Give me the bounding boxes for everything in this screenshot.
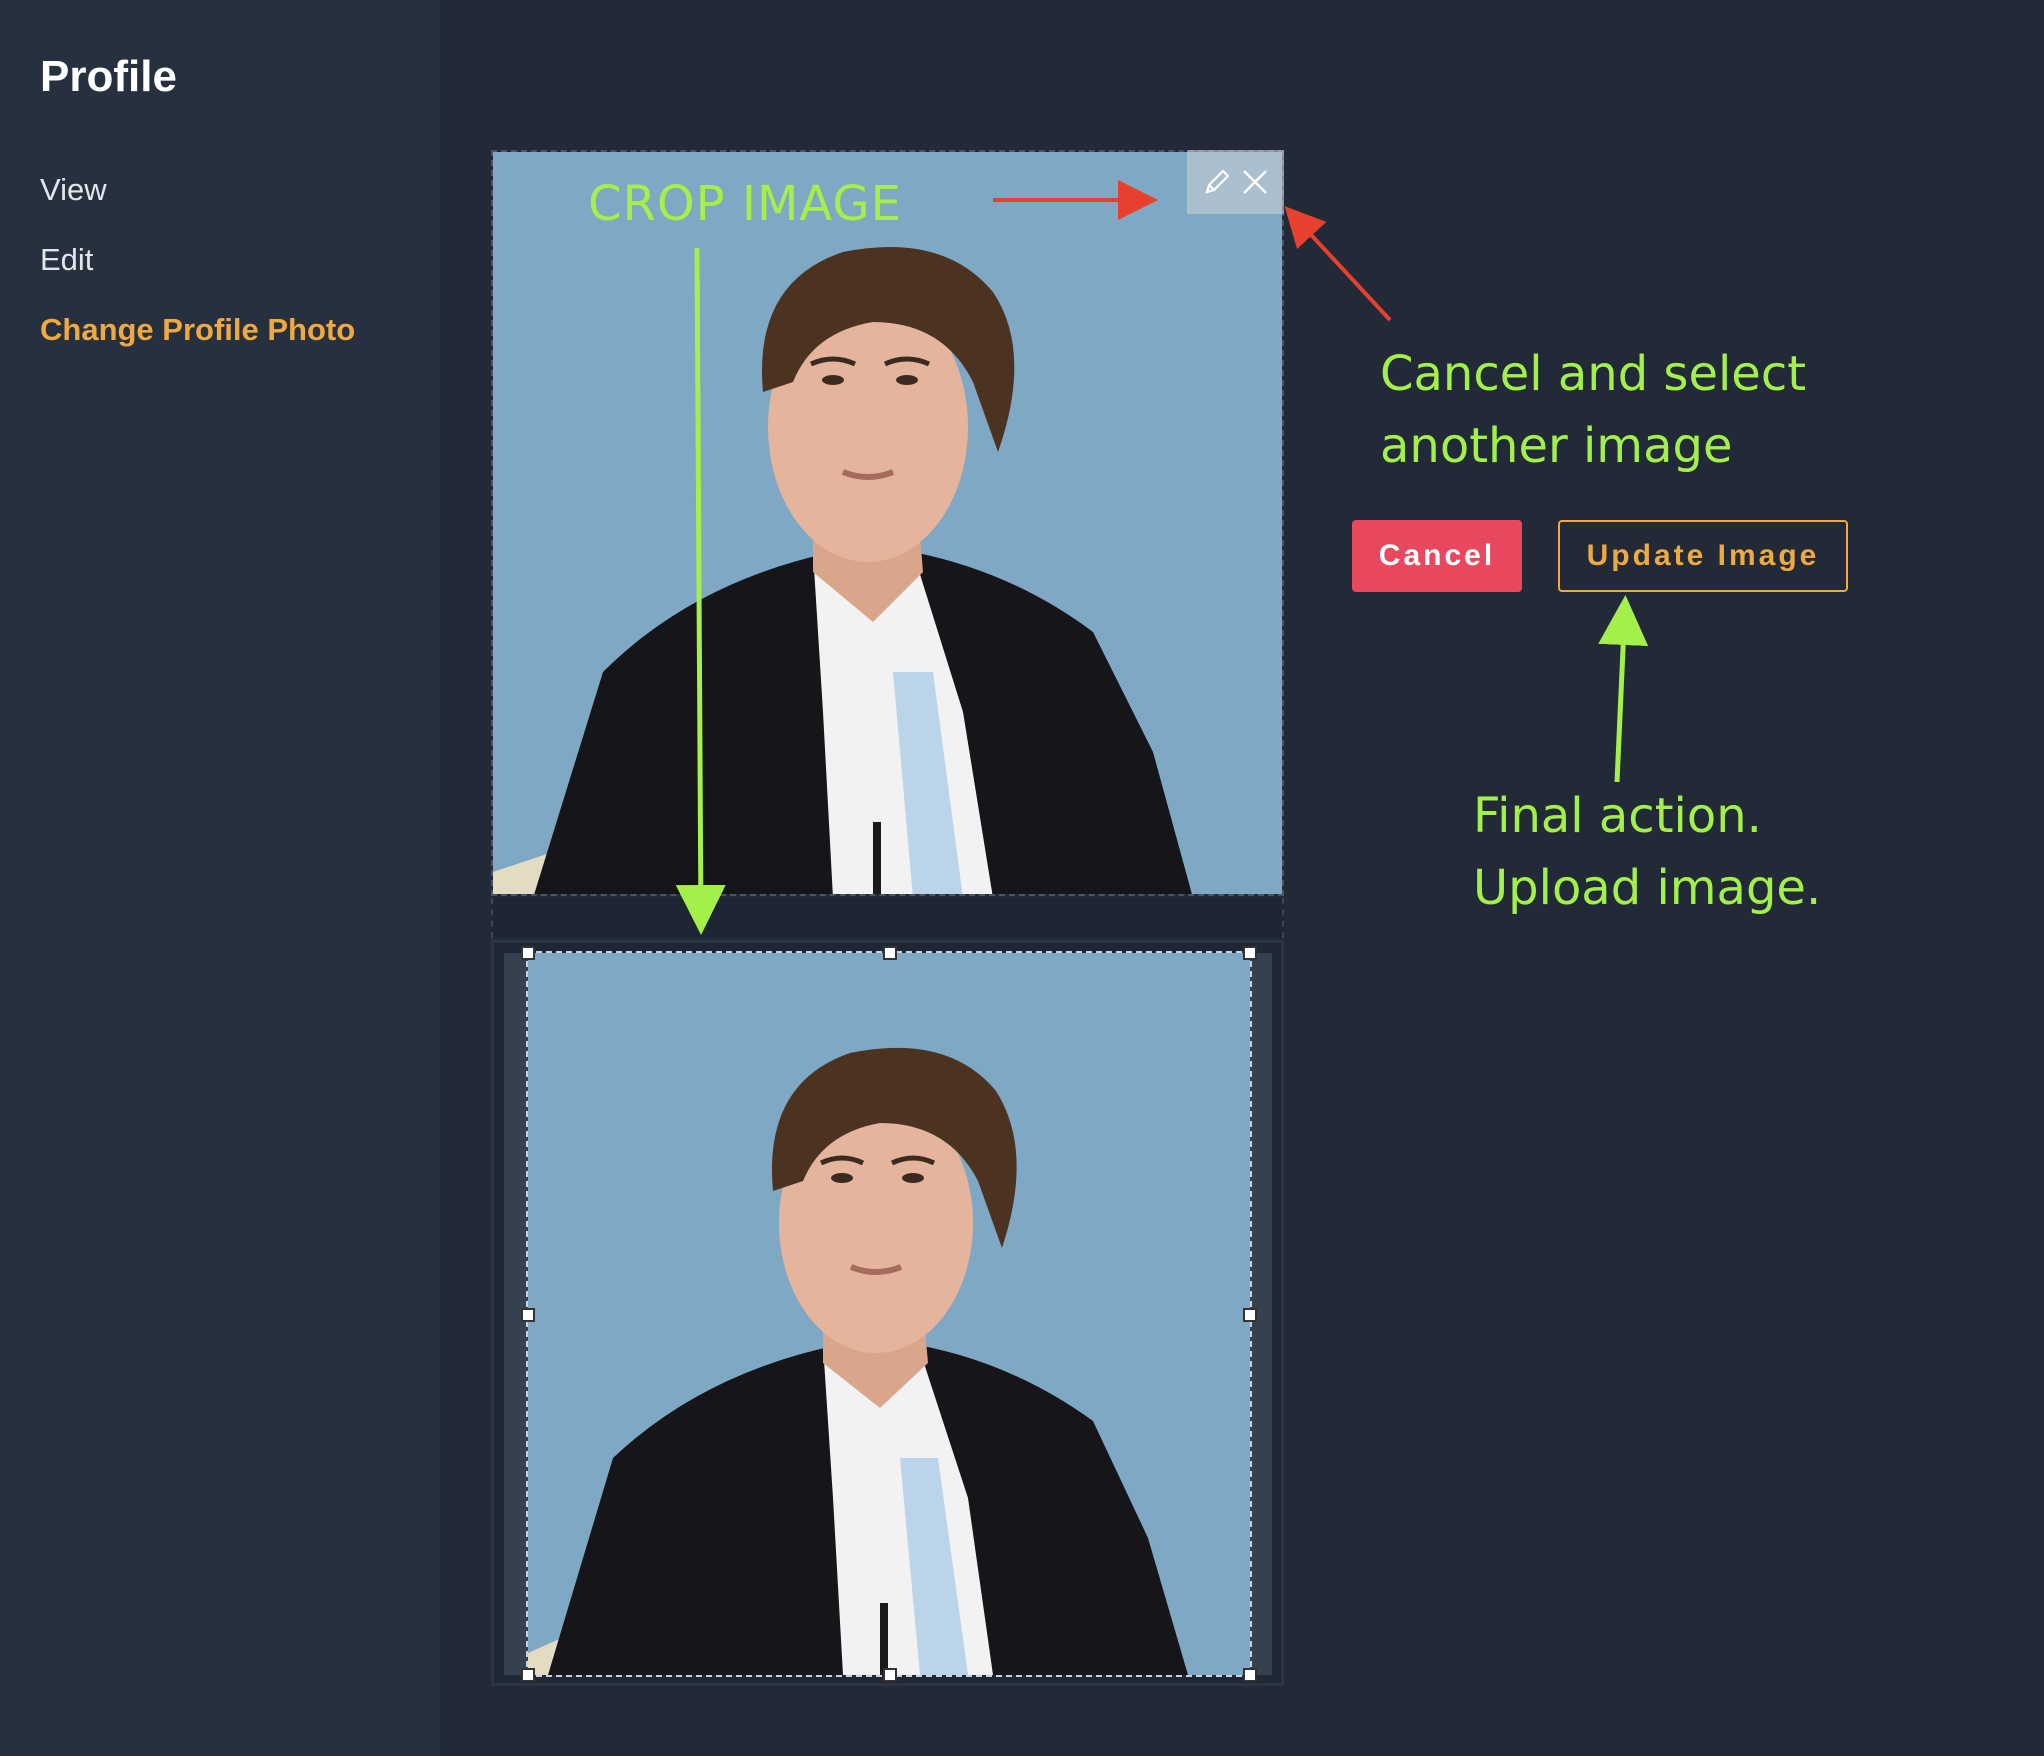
cancel-button[interactable]: Cancel: [1352, 520, 1522, 592]
sidebar: Profile View Edit Change Profile Photo: [0, 0, 440, 1756]
annotation-cancel: Cancel and select another image: [1380, 338, 1806, 482]
crop-handle-ne[interactable]: [1243, 946, 1257, 960]
sidebar-title: Profile: [40, 52, 177, 101]
update-image-button[interactable]: Update Image: [1558, 520, 1848, 592]
image-preview: [491, 150, 1284, 896]
annotation-final-line1: Final action.: [1473, 788, 1762, 844]
sidebar-item-edit[interactable]: Edit: [40, 242, 93, 278]
annotation-final-action: Final action. Upload image.: [1473, 780, 1821, 924]
pencil-icon[interactable]: [1201, 166, 1233, 198]
annotation-final-line2: Upload image.: [1473, 860, 1822, 916]
annotation-crop-image: CROP IMAGE: [588, 176, 902, 232]
preview-toolbar: [1187, 150, 1284, 214]
crop-handle-nw[interactable]: [521, 946, 535, 960]
annotation-cancel-line1: Cancel and select: [1380, 346, 1807, 402]
crop-handle-w[interactable]: [521, 1308, 535, 1322]
crop-handle-se[interactable]: [1243, 1668, 1257, 1682]
crop-box[interactable]: [526, 951, 1252, 1677]
close-icon[interactable]: [1239, 166, 1271, 198]
sidebar-item-change-profile-photo[interactable]: Change Profile Photo: [40, 312, 355, 348]
profile-photo-preview: [493, 152, 1282, 894]
preview-divider: [491, 898, 1284, 938]
sidebar-item-view[interactable]: View: [40, 172, 107, 208]
crop-handle-sw[interactable]: [521, 1668, 535, 1682]
crop-handle-n[interactable]: [883, 946, 897, 960]
annotation-cancel-line2: another image: [1380, 418, 1733, 474]
crop-handle-e[interactable]: [1243, 1308, 1257, 1322]
crop-handle-s[interactable]: [883, 1668, 897, 1682]
